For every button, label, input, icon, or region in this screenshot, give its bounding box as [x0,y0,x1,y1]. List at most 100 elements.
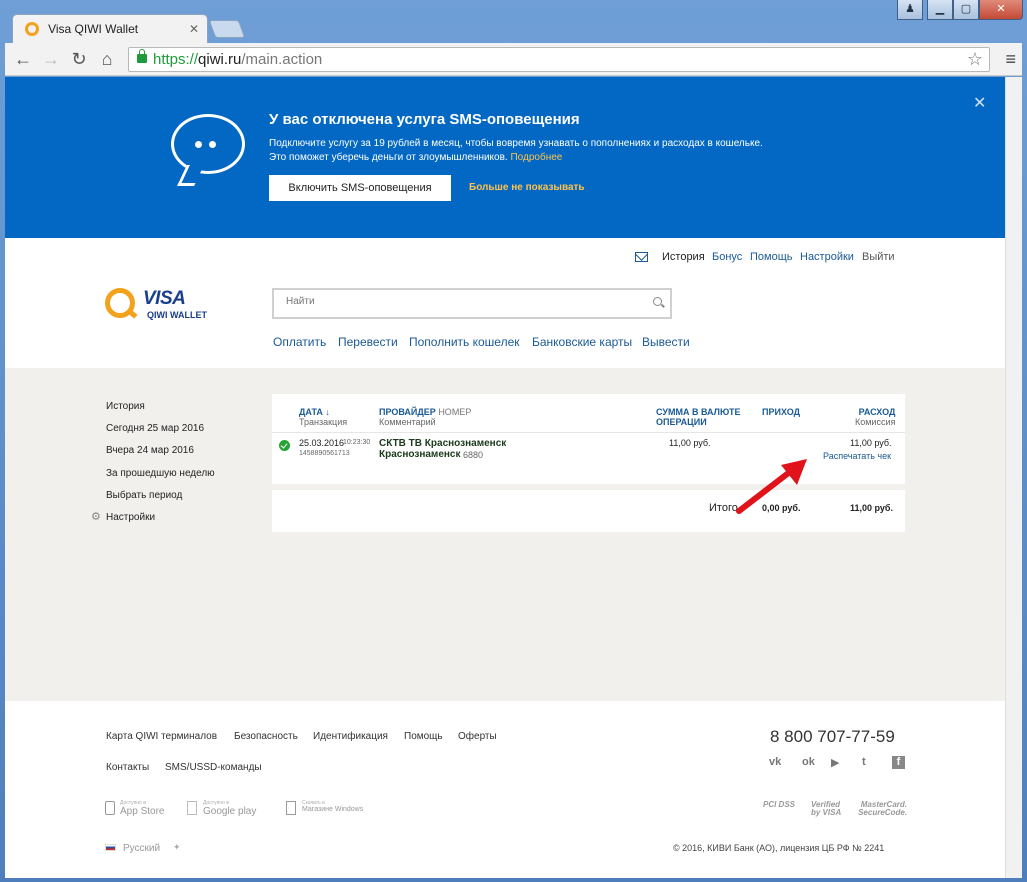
mail-icon[interactable] [635,252,648,262]
header-provider-label: ПРОВАЙДЕР [379,407,436,417]
qiwi-favicon-icon [25,22,39,36]
maximize-button[interactable]: ▢ [953,0,979,20]
bookmark-star-icon[interactable]: ☆ [967,49,983,70]
url-host: qiwi.ru [198,51,242,68]
header-number-label: НОМЕР [438,407,472,417]
url-text[interactable]: https://qiwi.ru/main.action [153,51,322,68]
reload-icon[interactable]: ↻ [69,49,89,69]
sidebar-item-choose-period[interactable]: Выбрать период [106,490,182,501]
facebook-icon[interactable]: f [892,756,905,769]
back-arrow-icon[interactable]: ← [13,49,33,69]
footer-link-help[interactable]: Помощь [404,731,443,742]
site-footer: Карта QIWI терминалов Безопасность Идент… [5,701,1005,878]
footer-link-identification[interactable]: Идентификация [313,731,388,742]
new-tab-button[interactable] [208,20,246,38]
visa-qiwi-logo[interactable]: VISA QIWI WALLET [105,282,225,326]
store-name: App Store [120,806,165,817]
topnav-help[interactable]: Помощь [750,251,793,263]
search-icon[interactable] [653,297,662,306]
address-bar[interactable]: https://qiwi.ru/main.action ☆ [128,47,990,72]
store-name: Google play [203,806,257,817]
column-header-amount[interactable]: СУММА В ВАЛЮТЕ ОПЕРАЦИИ [656,407,741,427]
success-check-icon [279,440,290,451]
row-provider: СКТВ ТВ Краснознаменск [379,438,507,449]
row-amount: 11,00 руб. [669,438,711,448]
header-transaction-label: Транзакция [299,417,348,427]
search-box [272,288,672,319]
logo-subtitle: QIWI WALLET [147,310,207,320]
odnoklassniki-icon[interactable]: ok [802,756,815,768]
sidebar-item-history[interactable]: История [106,401,145,412]
language-selector[interactable]: Русский [123,843,160,854]
window-close-button[interactable]: ✕ [979,0,1023,20]
mastercard-securecode-logo: MasterCard. SecureCode. [858,800,907,817]
site-header: История Бонус Помощь Настройки Выйти VIS… [5,238,1005,368]
mainnav-topup[interactable]: Пополнить кошелек [409,335,520,349]
forward-arrow-icon[interactable]: → [41,49,61,69]
sidebar-item-last-week[interactable]: За прошедшую неделю [106,468,215,479]
total-expense: 11,00 руб. [850,503,893,513]
footer-link-sms-ussd[interactable]: SMS/USSD-команды [165,762,262,773]
column-header-income[interactable]: ПРИХОД [762,407,800,417]
browser-menu-icon[interactable]: ≡ [1005,49,1016,70]
sort-arrow-icon: ↓ [325,407,330,417]
copyright: © 2016, КИВИ Банк (АО), лицензия ЦБ РФ №… [673,843,885,853]
sidebar-item-settings[interactable]: Настройки [106,512,155,523]
language-arrow-icon[interactable]: ✦ [173,842,181,853]
column-header-expense[interactable]: РАСХОД Комиссия [855,407,895,427]
header-commission-label: Комиссия [855,417,896,427]
tab-close-icon[interactable]: ✕ [189,22,199,36]
topnav-history[interactable]: История [662,251,705,263]
page-viewport: У вас отключена услуга SMS-оповещения По… [5,77,1005,878]
topnav-logout[interactable]: Выйти [862,251,895,263]
page-scrollbar[interactable] [1005,77,1022,878]
mainnav-withdraw[interactable]: Вывести [642,335,690,349]
header-expense-label: РАСХОД [858,407,896,417]
chat-dot [195,141,202,148]
url-path: /main.action [241,51,323,68]
google-play-badge[interactable]: Доступно в Google play [203,800,256,817]
profile-button[interactable]: ♟ [897,0,923,20]
topnav-settings[interactable]: Настройки [800,251,854,263]
mainnav-pay[interactable]: Оплатить [273,335,326,349]
sidebar-item-yesterday[interactable]: Вчера 24 мар 2016 [106,445,194,456]
search-input[interactable] [286,296,646,307]
banner-close-icon[interactable]: ✕ [973,93,986,113]
enable-sms-button[interactable]: Включить SMS-оповещения [269,175,451,201]
windows-icon [286,801,296,815]
mainnav-transfer[interactable]: Перевести [338,335,398,349]
home-icon[interactable]: ⌂ [97,49,117,69]
qiwi-logo-icon [105,288,135,318]
tab-title: Visa QIWI Wallet [48,22,139,36]
column-header-provider[interactable]: ПРОВАЙДЕР НОМЕР Комментарий [379,407,471,427]
browser-tab[interactable]: Visa QIWI Wallet ✕ [12,14,208,44]
youtube-icon[interactable]: ▶ [831,756,839,769]
russian-flag-icon [105,844,116,851]
sidebar-item-today[interactable]: Сегодня 25 мар 2016 [106,423,204,434]
lock-icon [137,49,147,63]
twitter-icon[interactable]: t [862,756,866,768]
footer-link-contacts[interactable]: Контакты [106,762,149,773]
vk-icon[interactable]: vk [769,756,781,768]
app-store-badge[interactable]: Доступно в App Store [120,800,164,817]
header-income-label: ПРИХОД [762,407,801,417]
more-link[interactable]: Подробнее [510,152,562,163]
row-transaction-id: 1458890561713 [299,450,350,457]
footer-link-terminals-map[interactable]: Карта QIWI терминалов [106,731,217,742]
windows-store-badge[interactable]: Скачать в Магазине Windows [302,800,363,813]
footer-link-offers[interactable]: Оферты [458,731,497,742]
print-receipt-link[interactable]: Распечатать чек [823,451,891,461]
header-divider [272,432,905,433]
row-expense: 11,00 руб. [850,438,892,448]
banner-text: Подключите услугу за 19 рублей в месяц, … [269,137,829,165]
mainnav-bank-cards[interactable]: Банковские карты [532,335,632,349]
annotation-arrow-icon [736,459,807,514]
column-header-date[interactable]: ДАТА ↓ Транзакция [299,407,347,427]
apple-icon [105,801,115,815]
minimize-button[interactable]: ▁ [927,0,953,20]
header-date-label: ДАТА [299,407,323,417]
topnav-bonus[interactable]: Бонус [712,251,742,263]
dont-show-again-link[interactable]: Больше не показывать [469,182,585,193]
row-number: 6880 [463,450,484,460]
footer-link-security[interactable]: Безопасность [234,731,298,742]
